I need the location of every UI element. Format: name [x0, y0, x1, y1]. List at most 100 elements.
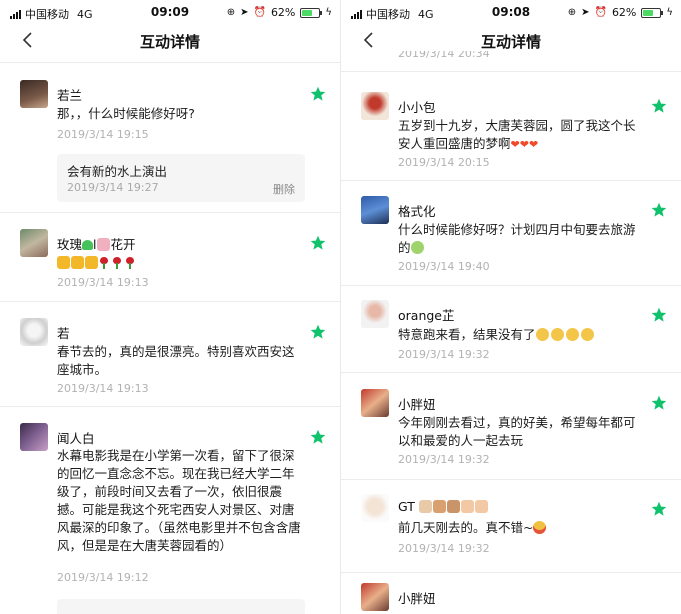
comment-author: 小胖妞: [398, 591, 436, 606]
star-icon[interactable]: [651, 202, 667, 218]
battery-percent: 62%: [270, 6, 296, 19]
heart-emoji: ❤❤❤: [510, 138, 539, 151]
comment-time-partial: 2019/3/14 20:34: [398, 51, 490, 60]
reply-text: 会有新的水上演出: [67, 164, 168, 179]
comment-time: 2019/3/14 19:12: [57, 571, 149, 584]
avatar[interactable]: [361, 92, 389, 120]
nav-bar: 互动详情: [0, 26, 340, 56]
comment-author: 闻人白: [57, 431, 95, 446]
comment-text: 春节去的，真的是很漂亮。特别喜欢西安这座城市。: [57, 344, 295, 377]
rose-emoji: [99, 257, 109, 269]
star-icon[interactable]: [310, 235, 326, 251]
comment-text-body: 什么时候能修好呀？计划四月中旬要去旅游的: [398, 222, 636, 255]
star-icon[interactable]: [651, 307, 667, 323]
star-icon[interactable]: [310, 429, 326, 445]
star-icon[interactable]: [310, 86, 326, 102]
face-emoji: [410, 241, 424, 254]
comment-item: 小胖妞: [341, 573, 681, 614]
comment-time: 2019/3/14 19:32: [398, 453, 490, 466]
status-right: ⊕ ➤ ⏰ 62% ϟ: [568, 6, 673, 19]
avatar[interactable]: [20, 229, 48, 257]
comment-author: 格式化: [398, 204, 436, 219]
couple-emoji: [96, 238, 110, 251]
location-icon: ➤: [240, 7, 249, 18]
reply-box: 会有新的水上演出 2019/3/14 19:27 删除: [57, 154, 305, 202]
author-name-part: 花开: [110, 237, 136, 252]
comment-text: 那，，什么时候能修好呀?: [57, 106, 195, 121]
reply-time: 2019/3/14 19:27: [67, 181, 159, 194]
star-icon[interactable]: [651, 98, 667, 114]
comment-author: 若兰: [57, 88, 83, 103]
rose-emoji: [125, 257, 135, 269]
green-heart-emoji: [82, 240, 94, 250]
screen-right: 中国移动 4G 09:08 ⊕ ➤ ⏰ 62% ϟ 互动详情 2019/3/14…: [341, 0, 681, 614]
thumbs-up-emoji: [85, 256, 98, 269]
avatar[interactable]: [361, 389, 389, 417]
location-icon: ➤: [581, 7, 590, 18]
nav-bar: 互动详情: [341, 26, 681, 56]
author-name-part: GT: [398, 499, 415, 514]
sad-face-emoji: [565, 328, 579, 341]
comment-author: GT: [398, 499, 489, 514]
comment-text: 水幕电影我是在小学第一次看，留下了很深的回忆一直念念不忘。现在我已经大学二年级了…: [57, 448, 301, 553]
comment-time: 2019/3/14 20:15: [398, 156, 490, 169]
thumbs-up-emoji: [57, 256, 70, 269]
comment-author: 玫瑰 l 花开: [57, 234, 136, 253]
comment-item: GT 前几天刚去的。真不错~ 2019/3/14 19:32: [341, 480, 681, 572]
comment-time: 2019/3/14 19:13: [57, 276, 149, 289]
person-emoji: [474, 500, 488, 513]
comment-text: 特意跑来看，结果没有了: [398, 326, 643, 344]
star-icon[interactable]: [651, 395, 667, 411]
comment-item: 小小包 五岁到十九岁，大唐芙蓉园，圆了我这个长安人重回盛唐的梦啊❤❤❤ 2019…: [341, 72, 681, 180]
comment-item: 格式化 什么时候能修好呀？计划四月中旬要去旅游的 2019/3/14 19:40: [341, 181, 681, 285]
person-emoji: [460, 500, 474, 513]
avatar[interactable]: [361, 583, 389, 611]
battery-icon: [300, 7, 323, 18]
alarm-icon: ⏰: [253, 7, 266, 18]
comment-author: 小小包: [398, 100, 436, 115]
avatar[interactable]: [20, 423, 48, 451]
avatar[interactable]: [20, 318, 48, 346]
star-icon[interactable]: [310, 324, 326, 340]
avatar[interactable]: [361, 300, 389, 328]
rose-emoji: [112, 257, 122, 269]
avatar[interactable]: [20, 80, 48, 108]
lock-rotation-icon: ⊕: [226, 7, 236, 18]
comment-time: 2019/3/14 19:15: [57, 128, 149, 141]
author-name-part: 玫瑰: [57, 237, 83, 252]
comment-time: 2019/3/14 19:13: [57, 382, 149, 395]
comment-text-body: 前几天刚去的。真不错~: [398, 520, 534, 535]
star-icon[interactable]: [651, 501, 667, 517]
charging-icon: ϟ: [325, 7, 332, 18]
avatar[interactable]: [361, 196, 389, 224]
page-title: 互动详情: [139, 33, 200, 51]
comment-text: 五岁到十九岁，大唐芙蓉园，圆了我这个长安人重回盛唐的梦啊❤❤❤: [398, 117, 643, 154]
animal-emoji: [446, 500, 460, 513]
battery-percent: 62%: [611, 6, 637, 19]
lock-rotation-icon: ⊕: [567, 7, 577, 18]
animal-emoji: [418, 500, 432, 513]
comment-text: 什么时候能修好呀？计划四月中旬要去旅游的: [398, 221, 643, 257]
comment-text-body: 特意跑来看，结果没有了: [398, 327, 536, 342]
comment-time: 2019/3/14 19:32: [398, 348, 490, 361]
battery-icon: [641, 7, 664, 18]
avatar[interactable]: [361, 494, 389, 522]
animal-emoji: [432, 500, 446, 513]
status-bar: 中国移动 4G 09:09 ⊕ ➤ ⏰ 62% ϟ: [0, 0, 340, 26]
sad-face-emoji: [580, 328, 594, 341]
author-name-part: l: [93, 237, 97, 252]
comment-time: 2019/3/14 19:32: [398, 542, 490, 555]
alarm-icon: ⏰: [594, 7, 607, 18]
page-title: 互动详情: [480, 33, 541, 51]
comment-time: 2019/3/14 19:40: [398, 260, 490, 273]
comment-item: 小胖妞 今年刚刚去看过，真的好美，希望每年都可以和最爱的人一起去玩 2019/3…: [341, 373, 681, 479]
reply-box-partial: [57, 599, 305, 614]
sad-face-emoji: [550, 328, 564, 341]
status-bar: 中国移动 4G 09:08 ⊕ ➤ ⏰ 62% ϟ: [341, 0, 681, 26]
heart-eyes-emoji: [533, 521, 547, 534]
delete-reply-button[interactable]: 删除: [273, 181, 295, 197]
comment-item: 若兰 那，，什么时候能修好呀? 2019/3/14 19:15 会有新的水上演出…: [0, 62, 340, 212]
screen-left: 中国移动 4G 09:09 ⊕ ➤ ⏰ 62% ϟ 互动详情 若兰 那，，什么时…: [0, 0, 340, 614]
comment-author: orange芷: [398, 308, 455, 323]
sad-face-emoji: [535, 328, 549, 341]
